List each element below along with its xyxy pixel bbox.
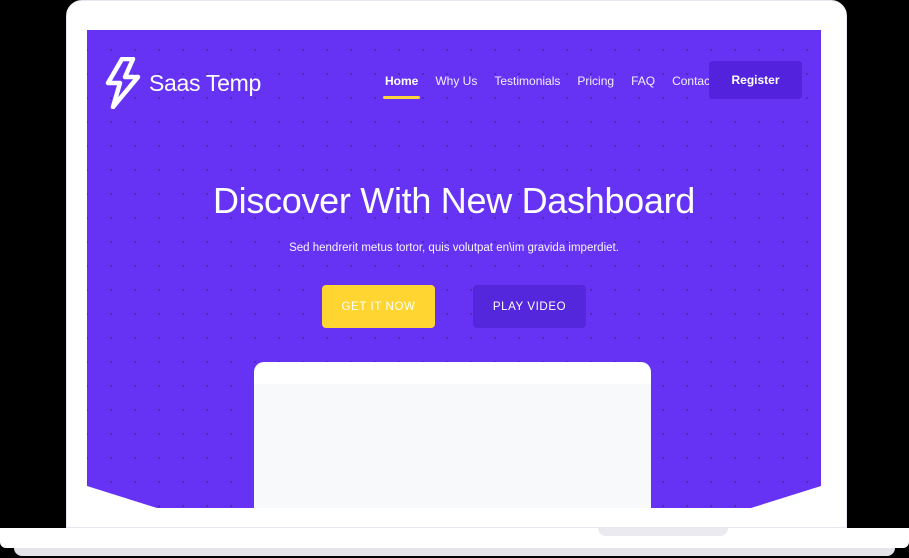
main-navigation: Home Why Us Testimonials Pricing FAQ Con… <box>383 74 748 99</box>
nav-item-label: Why Us <box>435 74 478 88</box>
decorative-corner-left <box>87 486 157 508</box>
nav-item-label: Testimonials <box>494 74 561 88</box>
laptop-base <box>0 528 909 548</box>
lightning-bolt-icon <box>105 57 141 109</box>
laptop-base-shadow <box>14 548 895 556</box>
register-button[interactable]: Register <box>709 61 802 99</box>
active-nav-indicator <box>383 96 421 99</box>
nav-item-label: FAQ <box>631 74 656 88</box>
nav-item-testimonials[interactable]: Testimonials <box>494 74 560 88</box>
brand-name: Saas Temp <box>149 69 261 96</box>
dashboard-preview <box>254 362 651 508</box>
laptop-base-notch <box>598 528 728 536</box>
brand-logo[interactable]: Saas Temp <box>105 57 261 109</box>
nav-item-label: Home <box>385 74 419 88</box>
play-video-button[interactable]: PLAY VIDEO <box>473 285 586 328</box>
nav-item-home[interactable]: Home <box>383 74 421 99</box>
nav-item-pricing[interactable]: Pricing <box>577 74 614 88</box>
nav-item-faq[interactable]: FAQ <box>631 74 655 88</box>
hero-subtitle: Sed hendrerit metus tortor, quis volutpa… <box>289 242 619 254</box>
website-screen: Saas Temp Home Why Us Testimonials Prici… <box>87 30 821 508</box>
hero-title: Discover With New Dashboard <box>212 180 696 221</box>
decorative-corner-right <box>751 486 821 508</box>
nav-item-label: Pricing <box>577 74 615 88</box>
nav-item-why-us[interactable]: Why Us <box>435 74 477 88</box>
get-it-now-button[interactable]: GET IT NOW <box>322 285 435 328</box>
dashboard-preview-body <box>254 384 651 508</box>
